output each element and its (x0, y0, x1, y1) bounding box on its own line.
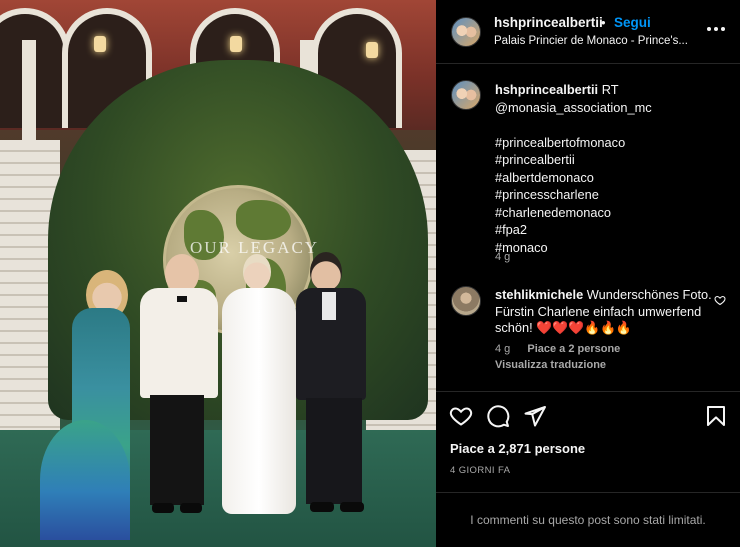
post-date[interactable]: 4 GIORNI FA (450, 465, 510, 476)
hashtag-link[interactable]: #princealbertii ⠀ (495, 151, 725, 169)
comment-bubble-icon[interactable] (486, 404, 510, 428)
comment-text: stehlikmichele Wunderschönes Foto. Fürst… (495, 287, 715, 337)
author-username[interactable]: hshprincealbertii (494, 15, 603, 30)
lantern (94, 36, 106, 52)
comment-meta: 4 g Piace a 2 persone (495, 343, 634, 355)
hashtag-link[interactable]: #albertdemonaco⠀ (495, 169, 725, 187)
post-header: hshprincealbertii • Segui Palais Princie… (436, 0, 740, 64)
hashtag-link[interactable]: #monaco⠀ (495, 239, 725, 257)
like-heart-icon[interactable] (449, 404, 473, 428)
caption-text: hshprincealbertii RT @monasia_associatio… (495, 81, 725, 256)
column (22, 40, 36, 150)
hashtag-link[interactable]: #princealbertofmonaco ⠀ (495, 134, 725, 152)
lantern (230, 36, 242, 52)
post-actions: Piace a 2,871 persone 4 GIORNI FA (436, 392, 740, 492)
comments-limited-notice: I commenti su questo post sono stati lim… (436, 492, 740, 547)
comment-likes[interactable]: Piace a 2 persone (527, 343, 620, 355)
separator-dot: • (601, 15, 606, 30)
hashtag-link[interactable]: #fpa2⠀ (495, 221, 725, 239)
mention-link[interactable]: @monasia_association_mc (495, 99, 725, 117)
post-sidebar: hshprincealbertii • Segui Palais Princie… (436, 0, 740, 547)
caption-timestamp[interactable]: 4 g (495, 251, 510, 263)
author-avatar[interactable] (451, 17, 481, 47)
commenter-username[interactable]: stehlikmichele (495, 287, 583, 302)
post-location[interactable]: Palais Princier de Monaco - Prince's... (494, 35, 688, 47)
comment-timestamp[interactable]: 4 g (495, 343, 510, 355)
lantern (366, 42, 378, 58)
caption-line: ⠀ (495, 117, 505, 132)
caption-author-avatar[interactable] (451, 80, 481, 110)
post-image[interactable]: OUR LEGACY (0, 0, 436, 547)
likes-count[interactable]: Piace a 2,871 persone (450, 441, 585, 456)
translate-link[interactable]: Visualizza traduzione (495, 359, 606, 371)
share-paper-plane-icon[interactable] (523, 404, 547, 428)
hashtag-link[interactable]: #charlenedemonaco⠀ (495, 204, 725, 222)
caption-line: RT (601, 82, 619, 97)
commenter-avatar[interactable] (451, 286, 481, 316)
comment-item: stehlikmichele Wunderschönes Foto. Fürst… (436, 274, 740, 392)
caption-username[interactable]: hshprincealbertii (495, 82, 598, 97)
save-bookmark-icon[interactable] (704, 404, 728, 428)
post-caption: hshprincealbertii RT @monasia_associatio… (436, 64, 740, 274)
hashtag-link[interactable]: #princesscharlene⠀ (495, 186, 725, 204)
follow-button[interactable]: Segui (614, 15, 651, 30)
more-options-icon[interactable] (707, 20, 725, 38)
comment-like-heart-icon[interactable] (714, 294, 726, 306)
